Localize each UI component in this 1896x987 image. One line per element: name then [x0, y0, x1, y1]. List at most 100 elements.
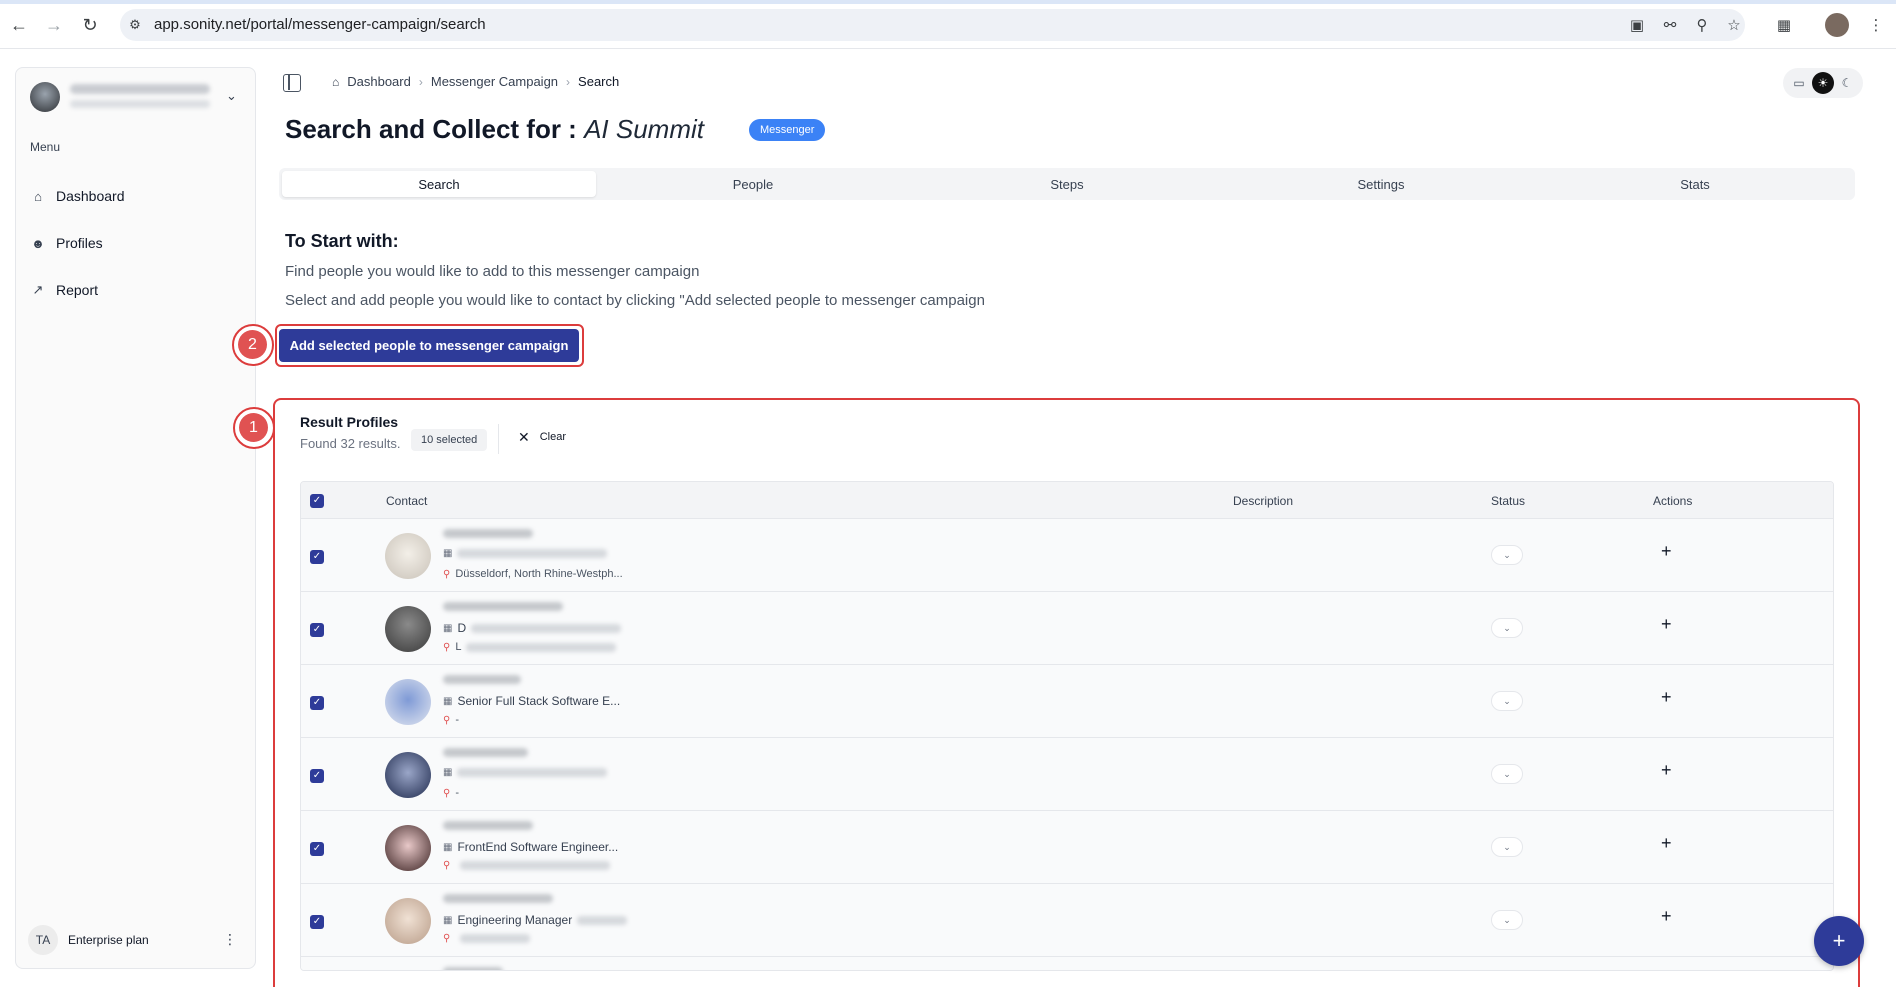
tab-stats[interactable]: Stats [1538, 171, 1852, 197]
install-app-icon[interactable]: ▣ [1625, 12, 1649, 38]
contact-name-redacted [443, 967, 503, 970]
status-dropdown[interactable]: ⌄ [1491, 618, 1523, 638]
monitor-icon[interactable]: ▭ [1788, 72, 1810, 94]
add-selected-people-button[interactable]: Add selected people to messenger campaig… [279, 329, 579, 362]
extensions-icon[interactable]: ▦ [1772, 12, 1796, 38]
building-icon: ▦ [443, 841, 453, 853]
headline-text: FrontEnd Software Engineer... [457, 840, 619, 854]
table-row: ✓ ▦ Engineering Manager ⚲ ⌄ + [301, 884, 1833, 957]
row-checkbox[interactable]: ✓ [310, 550, 324, 564]
contact-location: ⚲ L [443, 641, 617, 653]
toggle-sidebar-icon[interactable] [283, 74, 301, 92]
add-action-icon[interactable]: + [1661, 833, 1672, 854]
account-name-redacted [70, 84, 210, 94]
tab-people[interactable]: People [596, 171, 910, 197]
headline-redacted [457, 549, 608, 558]
home-icon: ⌂ [332, 74, 340, 89]
floating-add-button[interactable]: + [1814, 916, 1864, 966]
avatar [385, 533, 431, 579]
bookmark-star-icon[interactable]: ☆ [1722, 12, 1746, 38]
contact-name-redacted [443, 748, 528, 757]
row-checkbox[interactable]: ✓ [310, 623, 324, 637]
status-dropdown[interactable]: ⌄ [1491, 545, 1523, 565]
zoom-icon[interactable]: ⚲ [1690, 12, 1714, 38]
avatar [385, 606, 431, 652]
plan-switcher[interactable]: TA Enterprise plan ⋮ [28, 924, 243, 956]
column-actions: Actions [1653, 494, 1693, 508]
reload-icon[interactable]: ↻ [77, 12, 103, 38]
add-action-icon[interactable]: + [1661, 906, 1672, 927]
avatar [385, 752, 431, 798]
site-info-icon[interactable]: ⚙ [122, 12, 148, 38]
row-checkbox[interactable]: ✓ [310, 842, 324, 856]
browser-toolbar: ← → ↻ ⚙ app.sonity.net/portal/messenger-… [0, 0, 1896, 49]
location-redacted [460, 861, 611, 870]
contact-headline: ▦ FrontEnd Software Engineer... [443, 840, 618, 854]
headline-redacted [457, 768, 608, 777]
location-pin-icon: ⚲ [443, 860, 451, 871]
sidebar-item-dashboard[interactable]: ⌂ Dashboard [30, 182, 240, 210]
annotation-marker-label: 1 [239, 413, 268, 442]
clear-label: Clear [539, 431, 567, 443]
location-text: - [455, 787, 459, 799]
sidebar-item-profiles[interactable]: ☻ Profiles [30, 229, 240, 257]
add-action-icon[interactable]: + [1661, 614, 1672, 635]
breadcrumb-current: Search [578, 74, 620, 89]
status-dropdown[interactable]: ⌄ [1491, 837, 1523, 857]
forward-icon[interactable]: → [41, 12, 67, 38]
headline-text: Engineering Manager [457, 913, 573, 927]
table-row: ✓ ▦ Senior Full Stack Software E... ⚲ - ⌄ … [301, 665, 1833, 738]
page-title-prefix: Search and Collect for : [285, 114, 585, 144]
sidebar-item-label: Dashboard [56, 188, 125, 204]
row-checkbox[interactable]: ✓ [310, 915, 324, 929]
row-checkbox[interactable]: ✓ [310, 769, 324, 783]
column-status: Status [1491, 494, 1526, 508]
contact-name-redacted [443, 529, 533, 538]
contact-location: ⚲ [443, 933, 531, 944]
key-icon[interactable]: ⚯ [1658, 12, 1682, 38]
contact-name-redacted [443, 821, 533, 830]
add-action-icon[interactable]: + [1661, 687, 1672, 708]
avatar [385, 679, 431, 725]
sun-icon[interactable]: ☀ [1812, 72, 1834, 94]
status-dropdown[interactable]: ⌄ [1491, 764, 1523, 784]
select-all-checkbox[interactable]: ✓ [310, 494, 324, 508]
location-pin-icon: ⚲ [443, 641, 451, 653]
building-icon: ▦ [443, 622, 453, 634]
tab-strip-accent [0, 0, 1896, 4]
tab-settings[interactable]: Settings [1224, 171, 1538, 197]
status-dropdown[interactable]: ⌄ [1491, 691, 1523, 711]
back-icon[interactable]: ← [6, 12, 32, 38]
breadcrumb-messenger-campaign[interactable]: Messenger Campaign [431, 74, 558, 89]
headline-text: D [457, 621, 467, 635]
contact-location: ⚲ [443, 860, 611, 871]
chevron-down-icon[interactable]: ⌄ [226, 88, 237, 104]
row-checkbox[interactable]: ✓ [310, 696, 324, 710]
menu-heading: Menu [30, 140, 61, 154]
chart-icon: ↗ [32, 282, 44, 297]
add-action-icon[interactable]: + [1661, 541, 1672, 562]
clear-selection-button[interactable]: ✕ Clear [518, 426, 566, 448]
more-vertical-icon[interactable]: ⋮ [223, 931, 237, 948]
location-text: Düsseldorf, North Rhine-Westph... [455, 568, 623, 580]
browser-menu-icon[interactable]: ⋮ [1864, 12, 1888, 38]
location-text: - [455, 714, 459, 726]
avatar [385, 898, 431, 944]
profile-avatar-icon[interactable] [1825, 13, 1849, 37]
url-text[interactable]: app.sonity.net/portal/messenger-campaign… [154, 16, 486, 33]
moon-icon[interactable]: ☾ [1836, 72, 1858, 94]
building-icon: ▦ [443, 767, 453, 778]
add-action-icon[interactable]: + [1661, 760, 1672, 781]
chevron-right-icon: › [566, 74, 571, 89]
tab-search[interactable]: Search [282, 171, 596, 197]
chevron-right-icon: › [418, 74, 423, 89]
contact-name-redacted [443, 894, 553, 903]
headline-redacted [577, 915, 628, 925]
status-dropdown[interactable]: ⌄ [1491, 910, 1523, 930]
account-avatar[interactable] [30, 82, 60, 112]
breadcrumb-dashboard[interactable]: Dashboard [347, 74, 411, 89]
tab-steps[interactable]: Steps [910, 171, 1224, 197]
sidebar-item-report[interactable]: ↗ Report [30, 276, 240, 304]
sidebar-item-label: Report [56, 282, 99, 298]
intro-line-1: Find people you would like to add to thi… [285, 263, 700, 280]
